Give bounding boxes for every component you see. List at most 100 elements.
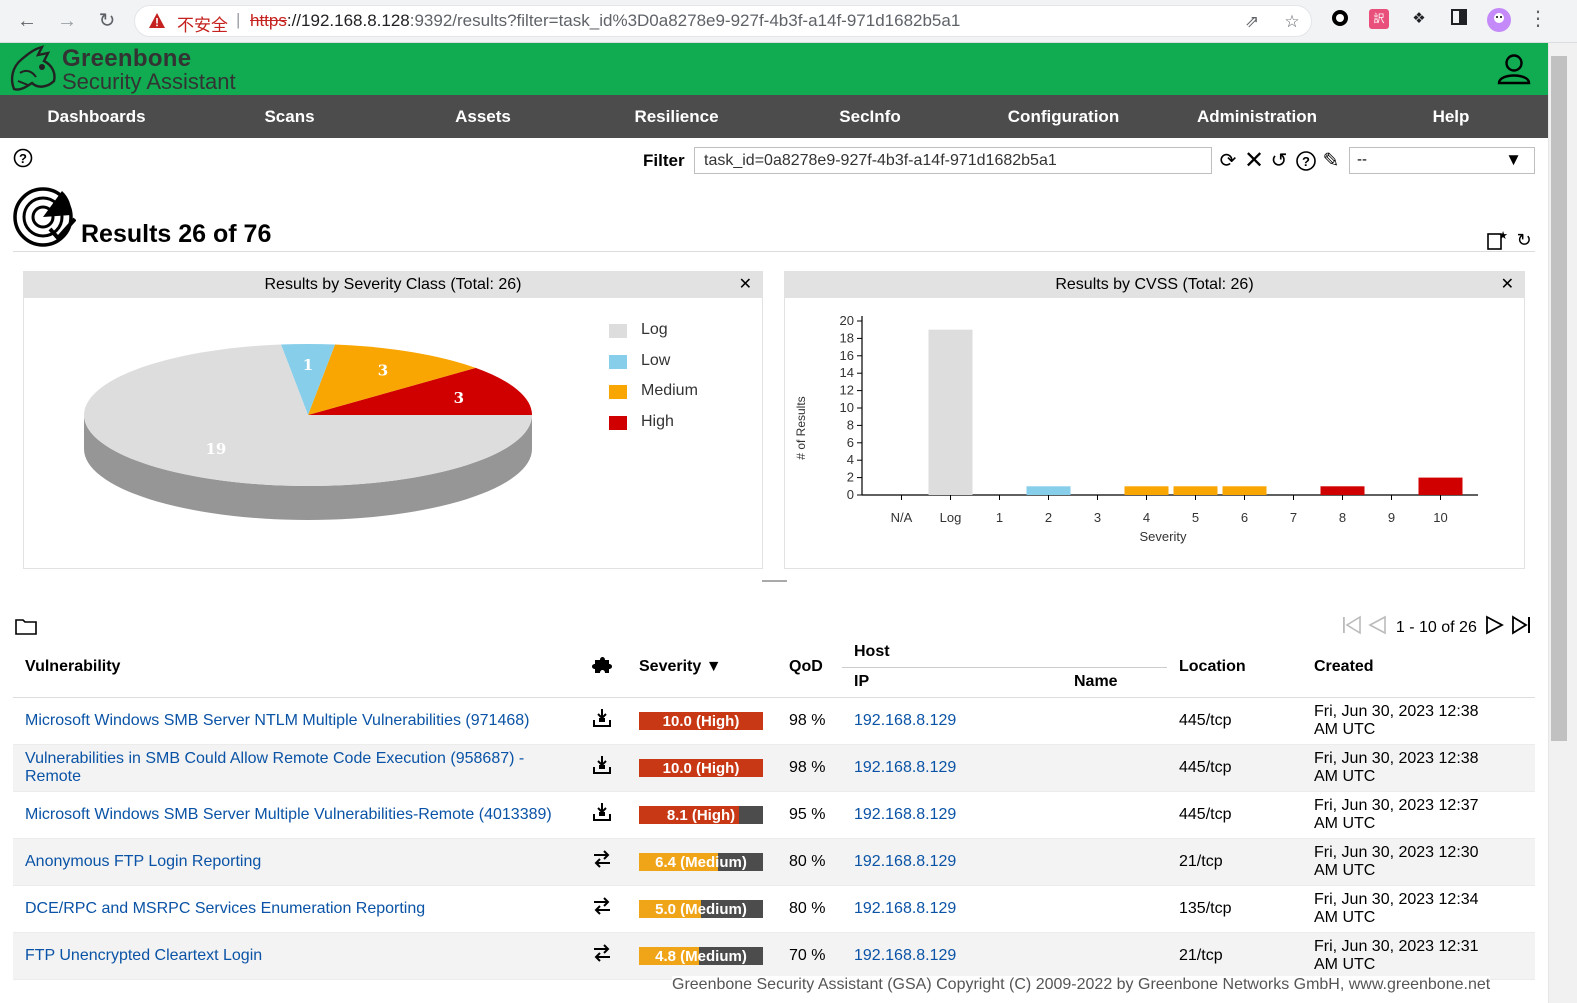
star-icon[interactable]: ☆ — [1282, 12, 1302, 32]
severity-label: 4.8 (Medium) — [655, 947, 747, 965]
menu-dashboards[interactable]: Dashboards — [0, 95, 193, 138]
vulnerability-link[interactable]: FTP Unencrypted Cleartext Login — [25, 947, 262, 964]
filter-select[interactable]: -- ▼ — [1349, 147, 1535, 174]
severity-cell: 5.0 (Medium) — [627, 885, 777, 932]
column-header-location[interactable]: Location — [1167, 638, 1302, 698]
bar-5[interactable] — [1173, 486, 1218, 495]
sidepanel-icon[interactable] — [1448, 8, 1470, 30]
table-row[interactable]: Vulnerabilities in SMB Could Allow Remot… — [13, 744, 1535, 791]
extension-record-icon[interactable] — [1329, 8, 1351, 30]
bar-10[interactable] — [1418, 477, 1463, 495]
severity-label: 10.0 (High) — [662, 712, 740, 730]
menu-configuration[interactable]: Configuration — [967, 95, 1160, 138]
bar-log[interactable] — [928, 329, 973, 495]
local-detection-icon — [593, 709, 611, 727]
bar-6[interactable] — [1222, 486, 1267, 495]
last-page-icon[interactable] — [1511, 614, 1533, 641]
new-dashboard-icon[interactable]: ★ — [1486, 229, 1508, 251]
extensions-icon[interactable]: ❖ — [1408, 8, 1430, 30]
vulnerability-cell: FTP Unencrypted Cleartext Login — [13, 932, 581, 979]
table-row[interactable]: DCE/RPC and MSRPC Services Enumeration R… — [13, 885, 1535, 932]
host-ip-link[interactable]: 192.168.8.129 — [854, 853, 956, 870]
next-page-icon[interactable] — [1484, 614, 1506, 641]
table-row[interactable]: Microsoft Windows SMB Server NTLM Multip… — [13, 697, 1535, 744]
table-row[interactable]: FTP Unencrypted Cleartext Login 4.8 (Medi… — [13, 932, 1535, 979]
column-header-name[interactable]: Name — [1062, 667, 1167, 698]
y-tick-label: 16 — [840, 348, 854, 363]
vulnerability-link[interactable]: Anonymous FTP Login Reporting — [25, 853, 261, 870]
vulnerability-link[interactable]: Microsoft Windows SMB Server Multiple Vu… — [25, 806, 552, 823]
reset-dashboard-icon[interactable]: ↻ — [1513, 229, 1535, 251]
menu-assets[interactable]: Assets — [386, 95, 580, 138]
browser-toolbar: ← → ↻ 不安全 | https://192.168.8.128:9392/r… — [0, 0, 1577, 43]
x-tick-label: 6 — [1241, 510, 1248, 525]
profile-icon[interactable] — [1487, 8, 1511, 32]
bar-4[interactable] — [1124, 486, 1169, 495]
column-header-vulnerability[interactable]: Vulnerability — [13, 638, 581, 698]
scrollbar-thumb[interactable] — [1551, 56, 1567, 741]
clear-filter-icon[interactable]: ✕ — [1243, 149, 1265, 173]
table-row[interactable]: Anonymous FTP Login Reporting 6.4 (Medium… — [13, 838, 1535, 885]
x-tick-label: Log — [940, 510, 962, 525]
filter-input[interactable] — [694, 147, 1212, 174]
help-icon[interactable]: ? — [13, 148, 33, 168]
host-ip-link[interactable]: 192.168.8.129 — [854, 947, 956, 964]
back-icon[interactable]: ← — [12, 6, 42, 36]
table-row[interactable]: Microsoft Windows SMB Server Multiple Vu… — [13, 791, 1535, 838]
column-header-host[interactable]: Host — [842, 638, 1167, 668]
user-icon[interactable] — [1494, 49, 1534, 89]
column-header-ip[interactable]: IP — [842, 667, 1062, 698]
bar-8[interactable] — [1320, 486, 1365, 495]
menu-icon[interactable]: ⋮ — [1527, 8, 1549, 30]
column-header-created[interactable]: Created — [1302, 638, 1535, 698]
x-tick-label: 8 — [1339, 510, 1346, 525]
filter-help-icon[interactable]: ? — [1295, 150, 1317, 172]
created-date: Fri, Jun 30, 2023 12:37 — [1314, 796, 1479, 814]
share-icon[interactable]: ⇗ — [1242, 12, 1262, 32]
forward-icon[interactable]: → — [52, 6, 82, 36]
host-ip-link[interactable]: 192.168.8.129 — [854, 759, 956, 776]
menu-resilience[interactable]: Resilience — [580, 95, 773, 138]
column-header-detection[interactable] — [581, 638, 627, 698]
menu-secinfo[interactable]: SecInfo — [773, 95, 967, 138]
host-ip-link[interactable]: 192.168.8.129 — [854, 712, 956, 729]
severity-bar: 10.0 (High) — [639, 758, 763, 777]
local-detection-icon — [593, 803, 611, 821]
dashboard-resize-handle[interactable] — [762, 580, 787, 582]
close-icon[interactable]: ✕ — [1501, 272, 1514, 298]
remote-detection-icon — [594, 850, 610, 868]
menu-scans[interactable]: Scans — [193, 95, 386, 138]
greenbone-logo[interactable] — [4, 43, 60, 95]
results-icon — [13, 187, 76, 247]
refresh-filter-icon[interactable]: ⟳ — [1217, 150, 1239, 172]
host-ip-link[interactable]: 192.168.8.129 — [854, 900, 956, 917]
reload-icon[interactable]: ↻ — [92, 6, 122, 36]
close-icon[interactable]: ✕ — [739, 272, 752, 298]
host-ip-link[interactable]: 192.168.8.129 — [854, 806, 956, 823]
ip-cell: 192.168.8.129 — [842, 697, 1062, 744]
vulnerability-link[interactable]: Vulnerabilities in SMB Could Allow Remot… — [25, 750, 524, 785]
pie-data-label: 1 — [303, 356, 313, 374]
translate-extension-icon[interactable]: 訳 — [1369, 9, 1389, 29]
menu-administration[interactable]: Administration — [1160, 95, 1354, 138]
legend-swatch — [609, 415, 627, 430]
vulnerability-link[interactable]: DCE/RPC and MSRPC Services Enumeration R… — [25, 900, 425, 917]
first-page-icon[interactable] — [1340, 614, 1362, 641]
prev-page-icon[interactable] — [1366, 614, 1388, 641]
menu-help[interactable]: Help — [1354, 95, 1548, 138]
ip-cell: 192.168.8.129 — [842, 885, 1062, 932]
edit-filter-icon[interactable]: ✎ — [1320, 150, 1342, 172]
severity-label: 8.1 (High) — [666, 806, 736, 824]
folder-icon[interactable] — [15, 617, 37, 635]
column-header-qod[interactable]: QoD — [777, 638, 842, 698]
address-bar[interactable]: 不安全 | https://192.168.8.128:9392/results… — [134, 5, 1312, 37]
bar-2[interactable] — [1026, 486, 1071, 495]
reset-filter-icon[interactable]: ↺ — [1268, 150, 1290, 172]
cvss-title: Results by CVSS (Total: 26) — [1055, 276, 1254, 293]
severity-bar: 10.0 (High) — [639, 711, 763, 730]
vulnerability-link[interactable]: Microsoft Windows SMB Server NTLM Multip… — [25, 712, 529, 729]
created-time-suffix: AM UTC — [1314, 720, 1376, 738]
local-detection-icon — [593, 756, 611, 774]
column-header-severity[interactable]: Severity ▼ — [627, 638, 777, 698]
host-name-cell — [1062, 697, 1167, 744]
